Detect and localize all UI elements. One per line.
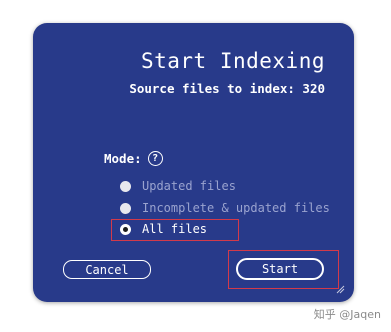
start-button[interactable]: Start <box>236 258 324 280</box>
help-icon[interactable]: ? <box>147 151 163 166</box>
option-updated-files-label: Updated files <box>142 179 236 193</box>
cancel-button[interactable]: Cancel <box>63 260 151 279</box>
resize-grip-icon[interactable] <box>335 284 345 294</box>
radio-incomplete-updated-files[interactable] <box>120 202 131 214</box>
dialog-title: Start Indexing <box>140 49 325 73</box>
option-all-files[interactable]: All files <box>120 222 207 236</box>
watermark: 知乎 @Jaqen <box>313 308 381 321</box>
option-updated-files[interactable]: Updated files <box>120 179 236 193</box>
option-incomplete-updated-files-label: Incomplete & updated files <box>142 201 330 215</box>
radio-all-files[interactable] <box>120 223 131 235</box>
option-incomplete-updated-files[interactable]: Incomplete & updated files <box>120 201 330 215</box>
mode-label: Mode: <box>104 151 142 166</box>
option-all-files-label: All files <box>142 222 208 236</box>
source-files-count: Source files to index: 320 <box>129 81 325 96</box>
start-indexing-dialog: Start Indexing Source files to index: 32… <box>33 23 354 302</box>
radio-updated-files[interactable] <box>120 180 131 192</box>
mode-row: Mode: ? <box>104 151 163 166</box>
